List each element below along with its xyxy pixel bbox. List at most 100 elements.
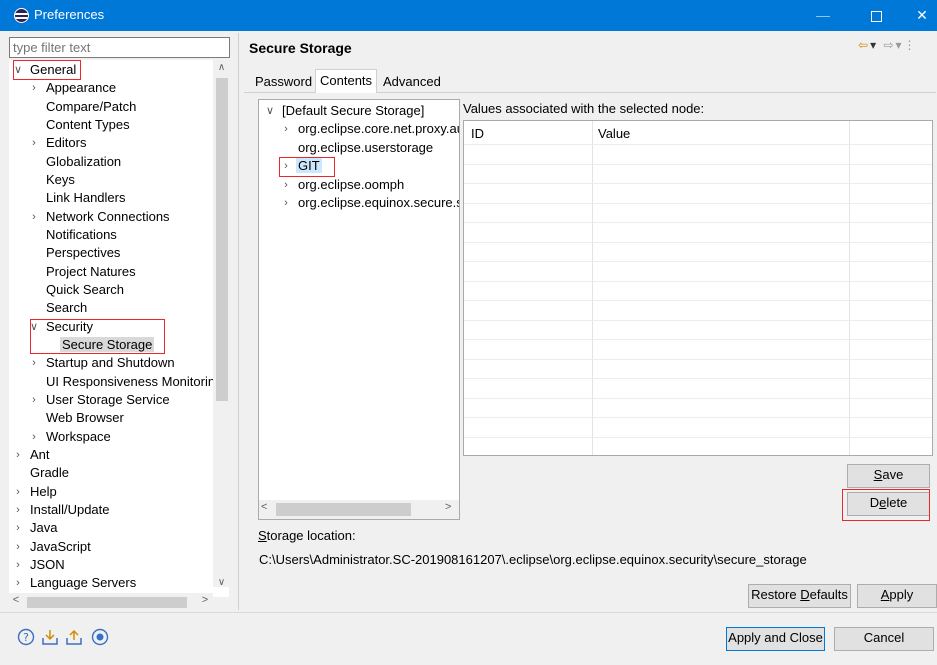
pane-divider[interactable]	[238, 33, 239, 610]
chevron-right-icon[interactable]: ›	[281, 194, 291, 212]
tree-item[interactable]: Quick Search	[44, 281, 126, 299]
chevron-right-icon[interactable]: ›	[13, 538, 23, 556]
chevron-right-icon[interactable]: ›	[29, 79, 39, 97]
preference-tree[interactable]: ∨ General › Appearance Compare/Patch Content …	[9, 60, 229, 597]
tree-item[interactable]: › Editors	[32, 134, 88, 152]
row-divider	[464, 163, 932, 165]
scroll-right-icon[interactable]: >	[445, 501, 451, 513]
chevron-right-icon[interactable]: ›	[29, 134, 39, 152]
svg-text:?: ?	[23, 631, 29, 644]
apply-button[interactable]: Apply	[857, 584, 937, 608]
chevron-right-icon[interactable]: ›	[29, 391, 39, 409]
secure-storage-tree[interactable]: ∨ [Default Secure Storage] › org.eclipse.co…	[258, 99, 460, 520]
chevron-right-icon[interactable]: ›	[13, 483, 23, 501]
close-button[interactable]: ✕	[899, 0, 937, 31]
tree-item[interactable]: › Workspace	[32, 428, 113, 446]
tree-item[interactable]: Globalization	[44, 153, 123, 171]
filter-input[interactable]	[9, 37, 230, 58]
tree-item[interactable]: ∨ [Default Secure Storage]	[266, 102, 426, 120]
chevron-right-icon[interactable]: ›	[13, 556, 23, 574]
storage-location-label-text: torage location:	[266, 528, 356, 543]
restore-defaults-button[interactable]: Restore Defaults	[748, 584, 851, 608]
page-navigation[interactable]: ⇦▾ ⇨▾⋮	[858, 38, 918, 52]
tree-item[interactable]: Web Browser	[44, 409, 126, 427]
tree-item[interactable]: › Install/Update	[16, 501, 112, 519]
tree-item[interactable]: Notifications	[44, 226, 119, 244]
oomph-sync-icon[interactable]	[91, 628, 109, 646]
tree-horizontal-scroll-thumb[interactable]	[27, 597, 187, 608]
chevron-right-icon[interactable]: ›	[29, 354, 39, 372]
tree-item[interactable]: Project Natures	[44, 263, 138, 281]
chevron-right-icon[interactable]: ›	[29, 428, 39, 446]
tree-item-label: Ant	[30, 446, 50, 462]
chevron-right-icon[interactable]: ›	[13, 501, 23, 519]
tree-item-label: User Storage Service	[46, 391, 170, 407]
tree-vertical-scroll-thumb[interactable]	[216, 78, 228, 401]
tree-item[interactable]: › Network Connections	[32, 208, 172, 226]
column-header-value[interactable]: Value	[598, 126, 630, 141]
footer-divider	[0, 612, 937, 613]
chevron-right-icon[interactable]: ›	[29, 208, 39, 226]
chevron-right-icon[interactable]: ›	[13, 574, 23, 592]
tree-item[interactable]: › Language Servers	[16, 574, 138, 592]
scroll-right-icon[interactable]: >	[198, 594, 212, 609]
tree-item[interactable]: › Appearance	[32, 79, 118, 97]
chevron-right-icon[interactable]: ›	[281, 120, 291, 138]
import-icon[interactable]	[41, 628, 59, 646]
scroll-down-icon[interactable]: ∨	[213, 577, 230, 591]
tree-item[interactable]: Keys	[44, 171, 77, 189]
tree-item[interactable]: org.eclipse.userstorage	[296, 139, 435, 157]
title-bar[interactable]: Preferences — ✕	[0, 0, 937, 31]
forward-menu-icon[interactable]: ▾	[896, 38, 904, 52]
tree-item[interactable]: › User Storage Service	[32, 391, 172, 409]
tree-item[interactable]: Gradle	[28, 464, 71, 482]
window-title: Preferences	[34, 7, 105, 22]
help-icon[interactable]: ?	[17, 628, 35, 646]
tree-item[interactable]: Content Types	[44, 116, 132, 134]
minimize-button[interactable]: —	[800, 0, 846, 31]
tree-item[interactable]: Compare/Patch	[44, 98, 138, 116]
tree-item[interactable]: › Ant	[16, 446, 52, 464]
maximize-button[interactable]	[853, 0, 899, 31]
chevron-right-icon[interactable]: ›	[13, 446, 23, 464]
cancel-button[interactable]: Cancel	[834, 627, 934, 651]
apply-and-close-button[interactable]: Apply and Close	[726, 627, 825, 651]
view-menu-icon[interactable]: ⋮	[904, 38, 918, 52]
tree-item-label: Editors	[46, 135, 87, 151]
tree-item[interactable]: Link Handlers	[44, 189, 128, 207]
tab-contents[interactable]: Contents	[315, 69, 378, 93]
row-divider	[464, 280, 932, 282]
storage-location-label: Storage location:	[258, 528, 356, 543]
tree-item-label: Help	[30, 483, 57, 499]
tree-item[interactable]: UI Responsiveness Monitoring	[44, 373, 224, 391]
tree-item-label: org.eclipse.userstorage	[298, 139, 434, 155]
forward-arrow-icon[interactable]: ⇨	[883, 38, 895, 52]
tree-item[interactable]: › Startup and Shutdown	[32, 354, 177, 372]
back-arrow-icon[interactable]: ⇦	[858, 38, 870, 52]
back-menu-icon[interactable]: ▾	[870, 38, 878, 52]
storage-tree-scroll-thumb[interactable]	[276, 503, 411, 516]
general-highlight-box	[13, 60, 81, 80]
tree-item[interactable]: › Java	[16, 519, 59, 537]
export-icon[interactable]	[65, 628, 83, 646]
tree-item[interactable]: › org.eclipse.equinox.secure.storage	[284, 194, 459, 212]
tree-item[interactable]: Search	[44, 299, 89, 317]
tab-advanced[interactable]: Advanced	[379, 71, 445, 92]
tree-item[interactable]: › JSON	[16, 556, 67, 574]
tree-item[interactable]: › Help	[16, 483, 59, 501]
tree-item[interactable]: › org.eclipse.core.net.proxy.auth	[284, 120, 459, 138]
tree-item[interactable]: › org.eclipse.oomph	[284, 176, 406, 194]
save-button[interactable]: Save	[847, 464, 930, 488]
tree-item[interactable]: › JavaScript	[16, 538, 93, 556]
column-header-id[interactable]: ID	[471, 126, 484, 141]
values-table[interactable]: ID Value	[463, 120, 933, 456]
tree-item-label: Network Connections	[46, 208, 170, 224]
scroll-left-icon[interactable]: <	[261, 501, 267, 513]
chevron-right-icon[interactable]: ›	[13, 519, 23, 537]
scroll-up-icon[interactable]: ∧	[213, 62, 230, 76]
tab-password[interactable]: Password	[251, 71, 316, 92]
tree-item[interactable]: Perspectives	[44, 244, 122, 262]
chevron-right-icon[interactable]: ›	[281, 176, 291, 194]
scroll-left-icon[interactable]: <	[9, 594, 23, 609]
chevron-down-icon[interactable]: ∨	[265, 102, 275, 120]
